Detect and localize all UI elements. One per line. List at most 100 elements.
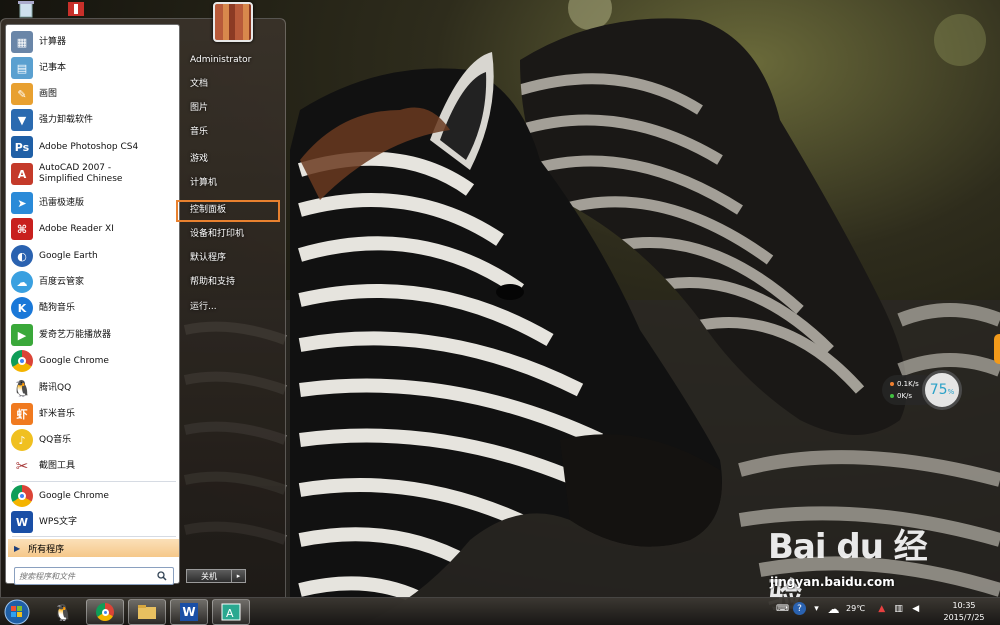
program-item-google-earth[interactable]: ◐ Google Earth xyxy=(8,243,178,269)
paint-icon: ✎ xyxy=(11,83,33,105)
side-panel-tab[interactable] xyxy=(994,334,1000,364)
windows-logo-icon xyxy=(4,599,30,625)
start-button[interactable] xyxy=(3,599,31,625)
clock-time: 10:35 xyxy=(952,601,976,610)
right-item-music[interactable]: 音乐 xyxy=(190,124,208,140)
network-icon[interactable]: ▥ xyxy=(892,602,905,615)
pinned-item-wps[interactable]: W WPS文字 xyxy=(8,509,178,535)
right-item-games[interactable]: 游戏 xyxy=(190,151,208,167)
program-label: Google Chrome xyxy=(39,490,109,501)
program-item-iqiyi[interactable]: ▶ 爱奇艺万能播放器 xyxy=(8,322,178,348)
security-icon[interactable]: ▲ xyxy=(875,602,888,615)
program-label: 百度云管家 xyxy=(39,276,85,287)
shutdown-control: 关机 ▸ xyxy=(186,569,246,583)
volume-icon[interactable]: ◀ xyxy=(909,602,922,615)
program-item-autocad[interactable]: A AutoCAD 2007 - Simplified Chinese xyxy=(8,160,178,188)
qq-icon: 🐧 xyxy=(53,602,73,622)
google-earth-icon: ◐ xyxy=(11,245,33,267)
download-speed-row: 0K/s xyxy=(890,392,912,400)
right-item-computer[interactable]: 计算机 xyxy=(190,175,217,191)
right-item-pictures[interactable]: 图片 xyxy=(190,100,208,116)
qq-icon: 🐧 xyxy=(11,377,33,399)
kugou-icon: K xyxy=(11,297,33,319)
program-label: Google Earth xyxy=(39,250,98,261)
shutdown-options-button[interactable]: ▸ xyxy=(232,569,246,583)
percent-unit: % xyxy=(947,388,955,396)
program-label: 腾讯QQ xyxy=(39,382,72,393)
menu-separator xyxy=(12,481,176,482)
system-tray: ⌨ ? ▾ ☁ 29℃ ▲ ▥ ◀ xyxy=(776,602,922,616)
weather-temperature[interactable]: 29℃ xyxy=(846,604,865,613)
keyboard-icon[interactable]: ⌨ xyxy=(776,602,789,615)
program-item-notepad[interactable]: ▤ 记事本 xyxy=(8,55,178,81)
program-label: 迅雷极速版 xyxy=(39,197,85,208)
program-item-baidu-cloud[interactable]: ☁ 百度云管家 xyxy=(8,269,178,295)
app-icon: A xyxy=(221,603,241,621)
program-label: 画图 xyxy=(39,88,58,99)
taskbar-qq[interactable]: 🐧 xyxy=(44,599,82,625)
program-item-chrome[interactable]: Google Chrome xyxy=(8,348,178,374)
program-label: Adobe Reader XI xyxy=(39,223,114,234)
network-speed-gadget[interactable]: 0.1K/s 0K/s 75% xyxy=(882,370,964,410)
taskbar-chrome[interactable] xyxy=(86,599,124,625)
program-item-thunder[interactable]: ➤ 迅雷极速版 xyxy=(8,190,178,216)
watermark-url: jingyan.baidu.com xyxy=(770,575,895,589)
program-item-paint[interactable]: ✎ 画图 xyxy=(8,81,178,107)
recycle-bin-icon[interactable] xyxy=(16,0,42,20)
program-item-calculator[interactable]: ▦ 计算器 xyxy=(8,29,178,55)
search-input[interactable] xyxy=(19,571,155,581)
user-picture[interactable] xyxy=(213,2,253,42)
download-dot-icon xyxy=(890,394,894,398)
program-label: Google Chrome xyxy=(39,355,109,366)
right-item-help-support[interactable]: 帮助和支持 xyxy=(190,274,235,290)
program-label: 记事本 xyxy=(39,62,67,73)
right-item-documents[interactable]: 文档 xyxy=(190,76,208,92)
taskbar-clock[interactable]: 10:35 2015/7/25 xyxy=(940,600,988,624)
program-item-uninstaller[interactable]: ▼ 强力卸载软件 xyxy=(8,107,178,133)
notepad-icon: ▤ xyxy=(11,57,33,79)
menu-separator xyxy=(12,536,176,537)
xiami-icon: 虾 xyxy=(11,403,33,425)
control-panel-highlight xyxy=(176,200,280,222)
right-item-run[interactable]: 运行... xyxy=(190,299,217,315)
program-item-qq-music[interactable]: ♪ QQ音乐 xyxy=(8,427,178,453)
program-label: 虾米音乐 xyxy=(39,408,76,419)
right-item-default-programs[interactable]: 默认程序 xyxy=(190,250,226,266)
chrome-icon xyxy=(96,603,114,621)
program-label: QQ音乐 xyxy=(39,434,72,445)
memory-percent: 75 xyxy=(929,382,948,398)
program-item-qq[interactable]: 🐧 腾讯QQ xyxy=(8,375,178,401)
pinned-item-chrome[interactable]: Google Chrome xyxy=(8,483,178,509)
iqiyi-icon: ▶ xyxy=(11,324,33,346)
upload-speed: 0.1K/s xyxy=(897,380,919,388)
weather-cloud-icon[interactable]: ☁ xyxy=(827,602,840,616)
app-shortcut-icon[interactable] xyxy=(66,0,92,20)
all-programs-button[interactable]: ▶ 所有程序 xyxy=(8,539,179,557)
help-icon[interactable]: ? xyxy=(793,602,806,615)
file-explorer-icon xyxy=(138,605,156,619)
program-label: 截图工具 xyxy=(39,460,76,471)
right-item-devices-printers[interactable]: 设备和打印机 xyxy=(190,226,244,242)
taskbar: 🐧 W A ⌨ ? ▾ ☁ 29℃ ▲ ▥ ◀ 10:35 2015/7/25 xyxy=(0,597,1000,625)
taskbar-app[interactable]: A xyxy=(212,599,250,625)
all-programs-label: 所有程序 xyxy=(28,544,65,555)
start-search-box[interactable] xyxy=(14,567,174,585)
baidu-watermark: Bai du 经验 jingyan.baidu.com xyxy=(766,515,946,616)
program-item-kugou[interactable]: K 酷狗音乐 xyxy=(8,295,178,321)
search-icon[interactable] xyxy=(155,569,169,583)
program-label: 爱奇艺万能播放器 xyxy=(39,329,112,340)
shutdown-button[interactable]: 关机 xyxy=(186,569,232,583)
download-speed: 0K/s xyxy=(897,392,913,400)
program-item-snipping-tool[interactable]: ✂ 截图工具 xyxy=(8,453,178,479)
program-item-adobe-reader[interactable]: ⌘ Adobe Reader XI xyxy=(8,216,178,242)
autocad-icon: A xyxy=(11,163,33,185)
right-item-user[interactable]: Administrator xyxy=(190,52,251,68)
taskbar-wps-writer[interactable]: W xyxy=(170,599,208,625)
clock-date: 2015/7/25 xyxy=(943,613,985,622)
taskbar-file-explorer[interactable] xyxy=(128,599,166,625)
program-item-photoshop[interactable]: Ps Adobe Photoshop CS4 xyxy=(8,134,178,160)
program-label: 计算器 xyxy=(39,36,67,47)
photoshop-icon: Ps xyxy=(11,136,33,158)
program-item-xiami[interactable]: 虾 虾米音乐 xyxy=(8,401,178,427)
arrow-icon[interactable]: ▾ xyxy=(810,602,823,615)
